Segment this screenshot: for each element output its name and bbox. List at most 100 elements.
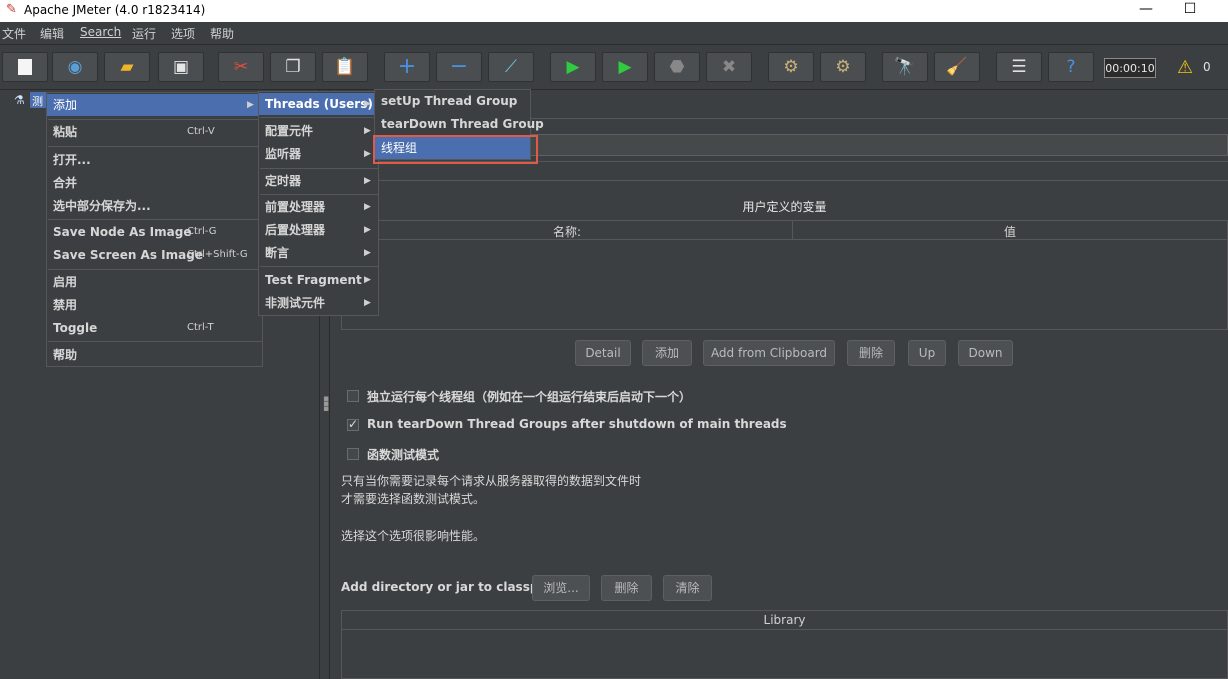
submenu-arrow-icon: ▶ [247,100,254,110]
submenu-item-setup-thread-group[interactable]: setUp Thread Group [375,90,530,112]
menu-bar: 文件 编辑 Search 运行 选项 帮助 [0,22,1228,45]
menu-item-label: 断言 [265,246,290,260]
window-title: Apache JMeter (4.0 r1823414) [24,3,206,17]
submenu-arrow-icon: ▶ [364,248,371,258]
up-button[interactable]: Up [908,340,946,366]
menu-item-save-screen-image[interactable]: Save Screen As Image Ctrl+Shift-G [47,244,262,266]
submenu-item-listener[interactable]: 监听器 ▶ [259,143,378,165]
udv-title: 用户定义的变量 [742,200,827,214]
submenu-item-assertion[interactable]: 断言 ▶ [259,242,378,264]
submenu-item-test-fragment[interactable]: Test Fragment ▶ [259,269,378,291]
shutdown-icon[interactable]: ✖ [706,52,752,82]
library-header: Library [342,611,1227,630]
teardown-on-shutdown-checkbox[interactable] [347,417,359,431]
menu-item-merge[interactable]: 合并 [47,172,262,194]
classpath-clear-button[interactable]: 清除 [663,575,712,601]
open-icon[interactable]: ▰ [104,52,150,82]
submenu-arrow-icon: ▶ [364,225,371,235]
down-button[interactable]: Down [958,340,1013,366]
menu-separator [48,219,263,220]
menu-search[interactable]: Search [80,25,121,39]
new-icon[interactable] [2,52,48,82]
toggle-icon[interactable]: ⟋ [488,52,534,82]
menu-item-add[interactable]: 添加 ▶ [47,94,262,116]
maximize-button[interactable]: ☐ [1180,1,1200,19]
function-helper-icon[interactable]: ☰ [996,52,1042,82]
save-icon[interactable]: ▣ [158,52,204,82]
menu-item-label: 选中部分保存为... [53,199,151,213]
help-icon[interactable]: ? [1048,52,1094,82]
clear-all-icon[interactable]: ⚙ [820,52,866,82]
menu-edit[interactable]: 编辑 [40,25,64,42]
detail-button[interactable]: Detail [575,340,631,366]
warning-count: 0 [1203,60,1211,74]
submenu-item-postprocessor[interactable]: 后置处理器 ▶ [259,219,378,241]
menu-item-save-node-image[interactable]: Save Node As Image Ctrl-G [47,221,262,243]
menu-item-label: 粘贴 [53,125,78,139]
submenu-item-preprocessor[interactable]: 前置处理器 ▶ [259,196,378,218]
menu-item-label: 定时器 [265,174,302,188]
templates-icon[interactable]: ◉ [52,52,98,82]
menu-item-label: Save Screen As Image [53,248,203,262]
comments-field[interactable] [370,161,1228,181]
submenu-item-threads[interactable]: Threads (Users) ▶ [259,93,378,115]
stop-icon[interactable]: ⬣ [654,52,700,82]
menu-item-disable[interactable]: 禁用 [47,294,262,316]
col-name-header[interactable]: 名称: [342,223,792,240]
paste-icon[interactable]: 📋 [322,52,368,82]
collapse-icon[interactable]: − [436,52,482,82]
add-button[interactable]: 添加 [642,340,692,366]
functional-mode-checkbox[interactable] [347,448,359,460]
submenu-item-timer[interactable]: 定时器 ▶ [259,170,378,192]
udv-table-header: 名称: 值 [342,221,1227,240]
submenu-arrow-icon: ▶ [364,126,371,136]
cut-icon[interactable]: ✂ [218,52,264,82]
menu-item-label: 配置元件 [265,124,314,138]
submenu-arrow-icon: ▶ [364,176,371,186]
menu-separator [48,341,263,342]
clear-icon[interactable]: ⚙ [768,52,814,82]
minimize-button[interactable]: — [1136,1,1156,19]
start-no-pause-icon[interactable]: ▶ [602,52,648,82]
menu-item-paste[interactable]: 粘贴 Ctrl-V [47,121,262,143]
jmeter-logo-icon: ✎ [6,2,17,17]
warning-icon[interactable]: ⚠ [1177,57,1199,78]
add-from-clipboard-button[interactable]: Add from Clipboard [703,340,835,366]
menu-file[interactable]: 文件 [2,25,26,42]
delete-button[interactable]: 删除 [847,340,895,366]
menu-help[interactable]: 帮助 [210,25,234,42]
submenu-item-non-test[interactable]: 非测试元件 ▶ [259,292,378,314]
menu-item-toggle[interactable]: Toggle Ctrl-T [47,317,262,339]
search-icon[interactable]: 🔭 [882,52,928,82]
menu-run[interactable]: 运行 [132,25,156,42]
menu-item-enable[interactable]: 启用 [47,271,262,293]
submenu-arrow-icon: ▶ [364,202,371,212]
classpath-label: Add directory or jar to classpath [341,580,561,594]
reset-search-icon[interactable]: 🧹 [934,52,980,82]
menu-item-open[interactable]: 打开... [47,149,262,171]
context-menu: 添加 ▶ 粘贴 Ctrl-V 打开... 合并 选中部分保存为... Save … [46,92,263,367]
start-icon[interactable]: ▶ [550,52,596,82]
col-value-header[interactable]: 值 [793,223,1227,240]
tree-node-test-plan[interactable]: 测 [30,92,46,108]
menu-options[interactable]: 选项 [171,25,195,42]
submenu-item-config[interactable]: 配置元件 ▶ [259,120,378,142]
submenu-item-teardown-thread-group[interactable]: tearDown Thread Group [375,113,544,135]
menu-item-label: 后置处理器 [265,223,326,237]
menu-item-help[interactable]: 帮助 [47,344,262,366]
udv-table[interactable]: 名称: 值 [341,220,1228,330]
submenu-arrow-icon: ▶ [364,149,371,159]
splitter-grip-icon: ▪ ▪ ▪ [323,394,330,414]
menu-separator [260,266,379,267]
copy-icon[interactable]: ❐ [270,52,316,82]
menu-item-label: 打开... [53,153,91,167]
menu-item-save-selection[interactable]: 选中部分保存为... [47,195,262,217]
menu-item-label: tearDown Thread Group [381,117,544,131]
browse-button[interactable]: 浏览... [532,575,590,601]
serialize-threadgroups-checkbox[interactable] [347,390,359,402]
expand-icon[interactable]: + [384,52,430,82]
functional-note-line1: 只有当你需要记录每个请求从服务器取得的数据到文件时 [341,474,642,488]
menu-item-label: 添加 [53,98,78,112]
classpath-delete-button[interactable]: 删除 [601,575,652,601]
library-table[interactable]: Library [341,610,1228,679]
